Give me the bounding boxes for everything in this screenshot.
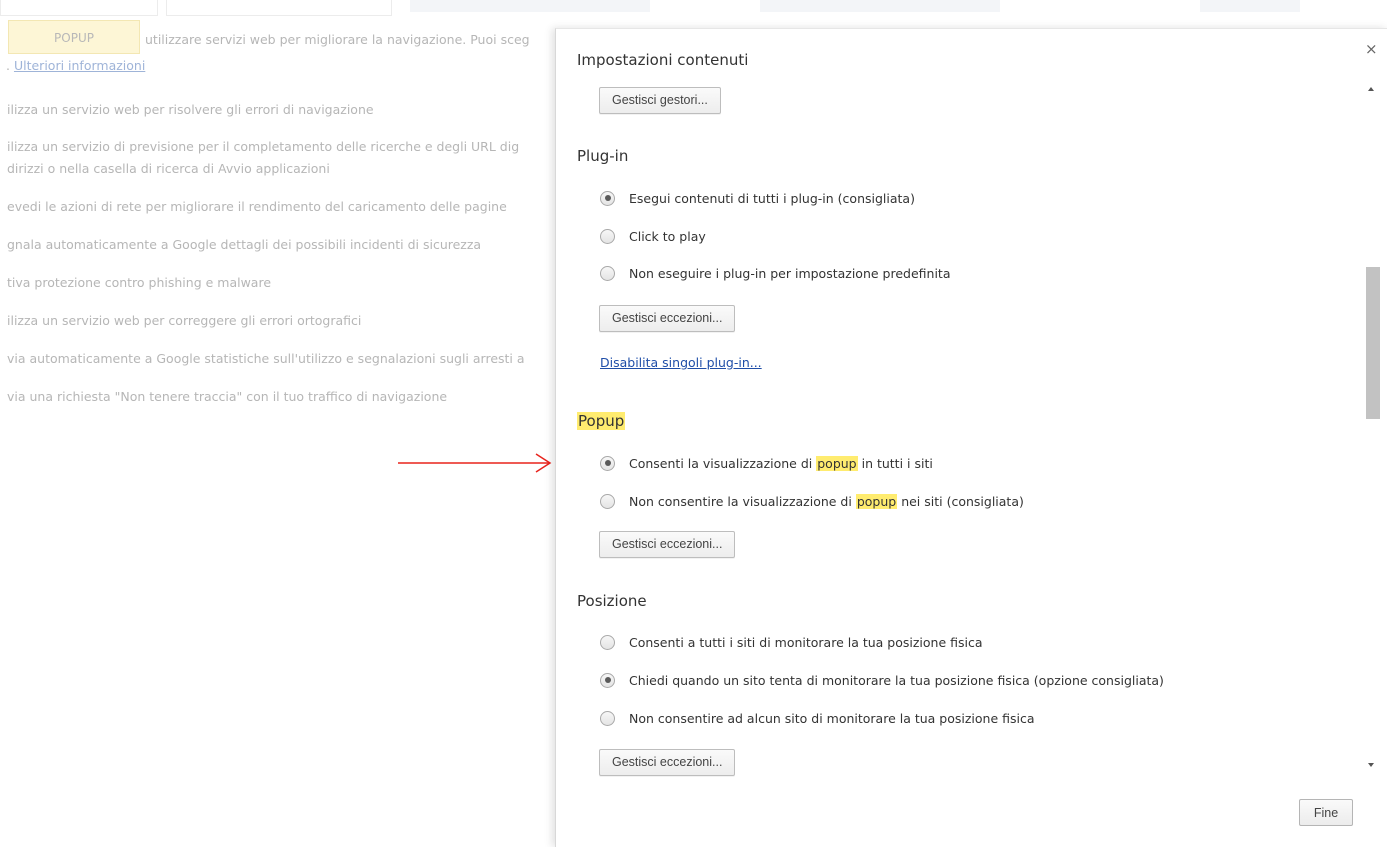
radio-label: Chiedi quando un sito tenta di monitorar… bbox=[629, 672, 1164, 688]
background-tabs bbox=[0, 0, 400, 16]
position-option-ask[interactable]: Chiedi quando un sito tenta di monitorar… bbox=[600, 671, 1164, 689]
background-option: tiva protezione contro phishing e malwar… bbox=[7, 275, 272, 290]
background-header-stripes bbox=[400, 0, 1387, 12]
radio-icon[interactable] bbox=[600, 228, 615, 244]
manage-handlers-button[interactable]: Gestisci gestori... bbox=[599, 87, 721, 114]
popup-manage-exceptions-button[interactable]: Gestisci eccezioni... bbox=[599, 531, 736, 558]
background-tab bbox=[0, 0, 158, 16]
radio-icon[interactable] bbox=[600, 493, 615, 509]
scroll-down-icon[interactable] bbox=[1368, 763, 1374, 767]
radio-label-pre: Non consentire la visualizzazione di bbox=[629, 493, 852, 509]
background-option: ilizza un servizio web per correggere gl… bbox=[7, 313, 362, 328]
scrollbar-thumb[interactable] bbox=[1366, 267, 1380, 419]
background-option: evedi le azioni di rete per migliorare i… bbox=[7, 199, 507, 214]
background-tab bbox=[166, 0, 392, 16]
plugin-option-click-to-play[interactable]: Click to play bbox=[600, 227, 706, 245]
popup-option-block[interactable]: Non consentire la visualizzazione di pop… bbox=[600, 492, 1024, 510]
radio-label: Esegui contenuti di tutti i plug-in (con… bbox=[629, 190, 915, 206]
learn-more-link[interactable]: Ulteriori informazioni bbox=[14, 58, 145, 73]
dialog-content: Gestisci gestori... Plug-in Esegui conte… bbox=[556, 29, 1364, 847]
plugin-option-block[interactable]: Non eseguire i plug-in per impostazione … bbox=[600, 264, 951, 282]
radio-label: Consenti a tutti i siti di monitorare la… bbox=[629, 634, 983, 650]
plugin-heading: Plug-in bbox=[577, 147, 629, 165]
radio-label: Click to play bbox=[629, 228, 706, 244]
radio-label: Non eseguire i plug-in per impostazione … bbox=[629, 265, 951, 281]
radio-icon[interactable] bbox=[600, 265, 615, 281]
background-option: via automaticamente a Google statistiche… bbox=[7, 351, 525, 366]
position-heading: Posizione bbox=[577, 592, 647, 610]
background-option-cont: dirizzi o nella casella di ricerca di Av… bbox=[7, 161, 330, 176]
background-link-row: . Ulteriori informazioni bbox=[6, 58, 145, 73]
position-manage-exceptions-button[interactable]: Gestisci eccezioni... bbox=[599, 749, 736, 776]
position-option-allow[interactable]: Consenti a tutti i siti di monitorare la… bbox=[600, 633, 983, 651]
radio-label-highlight: popup bbox=[816, 455, 858, 471]
background-prefix: . bbox=[6, 58, 10, 73]
background-option: gnala automaticamente a Google dettagli … bbox=[7, 237, 482, 252]
background-text: utilizzare servizi web per migliorare la… bbox=[145, 32, 530, 47]
position-option-block[interactable]: Non consentire ad alcun sito di monitora… bbox=[600, 709, 1035, 727]
popup-heading: Popup bbox=[577, 412, 626, 430]
background-option: ilizza un servizio web per risolvere gli… bbox=[7, 102, 374, 117]
plugin-manage-exceptions-button[interactable]: Gestisci eccezioni... bbox=[599, 305, 736, 332]
dialog-scrollbar[interactable] bbox=[1365, 83, 1381, 773]
scroll-up-icon[interactable] bbox=[1368, 87, 1374, 91]
background-option: ilizza un servizio di previsione per il … bbox=[7, 139, 520, 154]
radio-label-highlight: popup bbox=[855, 493, 898, 509]
close-icon[interactable]: × bbox=[1365, 41, 1378, 57]
done-button[interactable]: Fine bbox=[1299, 799, 1353, 826]
content-settings-dialog: Impostazioni contenuti × Gestisci gestor… bbox=[555, 28, 1387, 847]
radio-label: Non consentire ad alcun sito di monitora… bbox=[629, 710, 1035, 726]
radio-checked-icon[interactable] bbox=[600, 672, 615, 688]
radio-icon[interactable] bbox=[600, 634, 615, 650]
disable-plugins-link[interactable]: Disabilita singoli plug-in... bbox=[600, 355, 762, 370]
annotation-arrow bbox=[398, 453, 552, 473]
radio-label-post: in tutti i siti bbox=[861, 455, 933, 471]
radio-label-post: nei siti (consigliata) bbox=[901, 493, 1024, 509]
popup-heading-text: Popup bbox=[577, 412, 626, 430]
popup-option-allow[interactable]: Consenti la visualizzazione di popup in … bbox=[600, 454, 933, 472]
background-option: via una richiesta "Non tenere traccia" c… bbox=[7, 389, 448, 404]
radio-icon[interactable] bbox=[600, 710, 615, 726]
radio-label-pre: Consenti la visualizzazione di bbox=[629, 455, 813, 471]
search-highlight-tooltip: POPUP bbox=[8, 20, 140, 54]
plugin-option-run-all[interactable]: Esegui contenuti di tutti i plug-in (con… bbox=[600, 189, 915, 207]
radio-checked-icon[interactable] bbox=[600, 190, 615, 206]
radio-checked-icon[interactable] bbox=[600, 455, 615, 471]
